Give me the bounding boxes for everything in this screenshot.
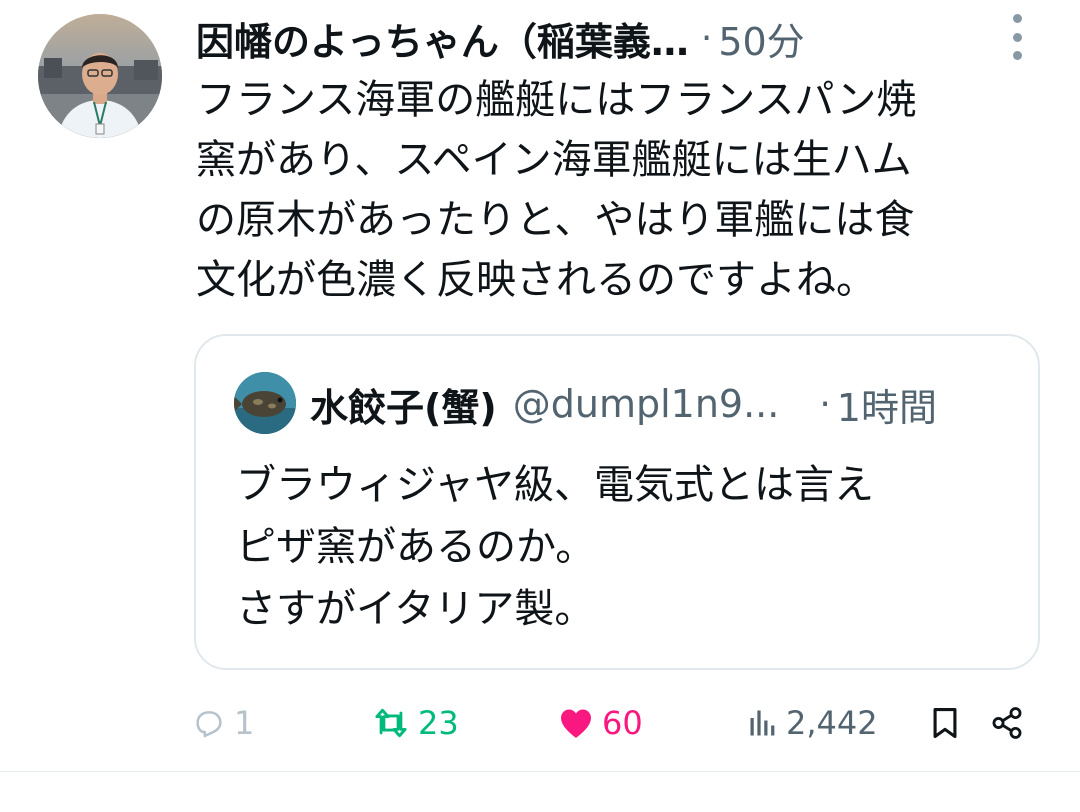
reply-icon <box>196 711 222 738</box>
tweet[interactable]: 因幡のよっちゃん（稲葉義… · 50分 フランス海軍の艦艇にはフランスパン焼 窯… <box>0 0 1080 772</box>
more-vertical-icon-dot <box>1012 51 1022 60</box>
quoted-tweet[interactable]: 水餃子(蟹) @dumpl1n9... · 1時間 ブラウィジャヤ級、電気式とは… <box>194 334 1040 670</box>
like-button[interactable]: 60 <box>558 698 643 748</box>
tweet-header: 因幡のよっちゃん（稲葉義… · 50分 <box>196 12 956 64</box>
like-count: 60 <box>602 704 643 742</box>
heart-icon <box>561 709 591 738</box>
more-vertical-icon <box>1012 14 1022 23</box>
bookmark-button[interactable] <box>930 698 960 748</box>
quoted-author-name: 水餃子(蟹) <box>310 385 497 430</box>
retweet-count: 23 <box>418 704 459 742</box>
retweet-button[interactable]: 23 <box>372 698 459 748</box>
bookmark-icon <box>933 707 957 739</box>
tweet-time[interactable]: 50分 <box>718 11 804 66</box>
action-bar: 1 23 60 2,442 <box>190 698 1040 748</box>
quoted-time: 1時間 <box>836 385 937 430</box>
retweet-icon <box>375 708 407 738</box>
quoted-separator: · <box>819 383 831 425</box>
quoted-header: 水餃子(蟹) @dumpl1n9... · 1時間 <box>310 376 1010 432</box>
quoted-text: ブラウィジャヤ級、電気式とは言え ピザ窯があるのか。 さすがイタリア製。 <box>236 462 874 632</box>
views-icon <box>750 710 775 736</box>
more-options-button[interactable] <box>1004 14 1030 60</box>
share-button[interactable] <box>990 698 1024 748</box>
views-button[interactable]: 2,442 <box>748 698 878 748</box>
share-icon <box>992 707 1022 739</box>
header-separator: · <box>700 17 713 59</box>
reply-count: 1 <box>234 704 255 742</box>
reply-button[interactable]: 1 <box>192 698 254 748</box>
author-avatar[interactable] <box>38 14 162 138</box>
quoted-author-avatar[interactable] <box>234 372 296 434</box>
author-name[interactable]: 因幡のよっちゃん（稲葉義… <box>196 11 689 66</box>
more-vertical-icon-dot <box>1012 32 1022 42</box>
tweet-divider <box>0 771 1080 772</box>
quoted-author-handle: @dumpl1n9... <box>512 382 780 426</box>
views-count: 2,442 <box>786 704 878 742</box>
tweet-text: フランス海軍の艦艇にはフランスパン焼 窯があり、スペイン海軍艦艇には生ハム の原… <box>196 77 917 303</box>
